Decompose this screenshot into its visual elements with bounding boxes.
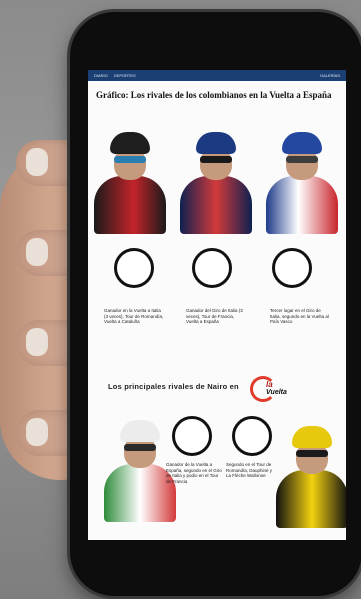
helmet-icon <box>110 132 150 154</box>
badges-row <box>88 240 346 294</box>
helmet-icon <box>292 426 332 448</box>
rider-description: Ganador en la Vuelta a Italia (3 veces),… <box>104 308 164 325</box>
helmet-icon <box>196 132 236 154</box>
stat-badge <box>232 416 272 456</box>
fingernail <box>26 238 48 266</box>
rider-description: Ganador de la Vuelta a España, segundo e… <box>166 462 222 484</box>
stat-badge <box>272 248 312 288</box>
share-row[interactable] <box>88 102 346 108</box>
sunglasses-icon <box>200 156 232 163</box>
phone-screen: DIARIO DEPORTES GALERÍAS Gráfico: Los ri… <box>88 70 346 540</box>
rider-jersey <box>180 176 252 234</box>
sunglasses-icon <box>286 156 318 163</box>
nav-item[interactable]: DEPORTES <box>114 73 136 78</box>
rider-description: Tercer lugar en el Giro de Italia, segun… <box>270 308 329 325</box>
sunglasses-icon <box>296 450 328 457</box>
article-headline: Gráfico: Los rivales de los colombianos … <box>96 90 332 100</box>
la-vuelta-logo: la Vuelta <box>250 374 302 402</box>
site-nav-bar: DIARIO DEPORTES GALERÍAS <box>88 70 346 81</box>
stat-badge <box>172 416 212 456</box>
nav-item[interactable]: DIARIO <box>94 73 108 78</box>
rider-jersey <box>276 470 346 528</box>
helmet-icon <box>282 132 322 154</box>
rider-jersey <box>266 176 338 234</box>
top-riders-image <box>88 122 346 234</box>
rider-photo-5 <box>274 426 346 528</box>
nav-item-right[interactable]: GALERÍAS <box>320 73 340 78</box>
rider-photo-2 <box>178 132 254 234</box>
rider-description: Segundo en el Tour de Romandía, Dauphiné… <box>226 462 273 479</box>
section-title: Los principales rivales de Nairo en <box>108 382 239 391</box>
helmet-icon <box>120 420 160 442</box>
rider-jersey <box>94 176 166 234</box>
sunglasses-icon <box>124 444 156 451</box>
fingernail <box>26 418 48 446</box>
phone-notch <box>155 28 265 46</box>
fingernail <box>26 148 48 176</box>
logo-text-1: la <box>266 380 273 389</box>
fingernail <box>26 328 48 356</box>
sunglasses-icon <box>114 156 146 163</box>
rider-description: Ganador del Giro de Italia (3 veces), To… <box>186 308 243 325</box>
stat-badge <box>192 248 232 288</box>
stat-badge <box>114 248 154 288</box>
rider-photo-1 <box>92 132 168 234</box>
logo-text-2: Vuelta <box>266 389 287 396</box>
rider-photo-3 <box>264 132 340 234</box>
